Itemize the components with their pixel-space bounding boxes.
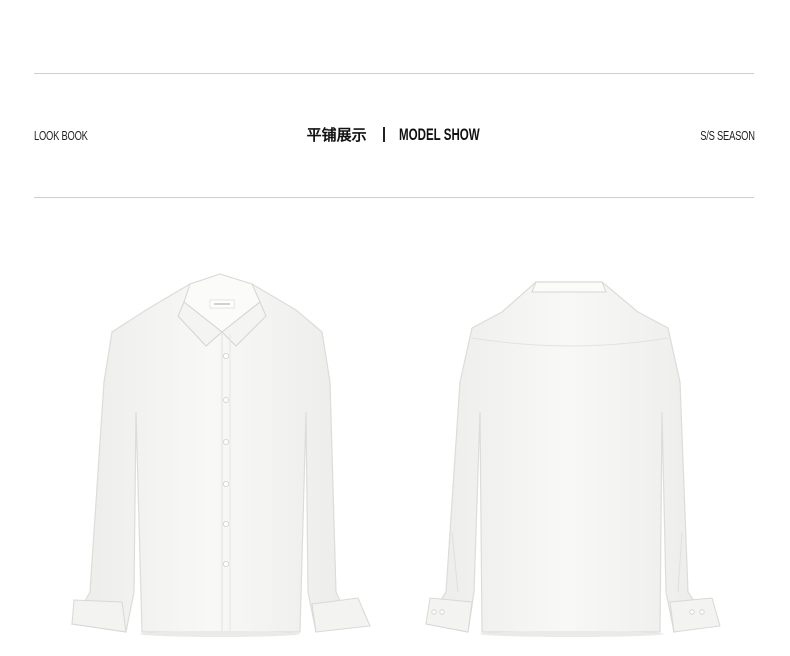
white-shirt-back-image	[425, 281, 721, 637]
white-shirt-front-image	[71, 273, 371, 637]
top-divider	[34, 73, 754, 74]
bottom-divider	[34, 197, 754, 198]
season-label: S/S SEASON	[700, 128, 755, 143]
title-separator	[382, 127, 385, 142]
lookbook-header: LOOK BOOK 平铺展示 MODEL SHOW S/S SEASON	[0, 120, 790, 154]
section-title-en: MODEL SHOW	[398, 124, 480, 144]
section-title: 平铺展示 MODEL SHOW	[0, 124, 790, 145]
section-title-zh: 平铺展示	[306, 126, 367, 144]
